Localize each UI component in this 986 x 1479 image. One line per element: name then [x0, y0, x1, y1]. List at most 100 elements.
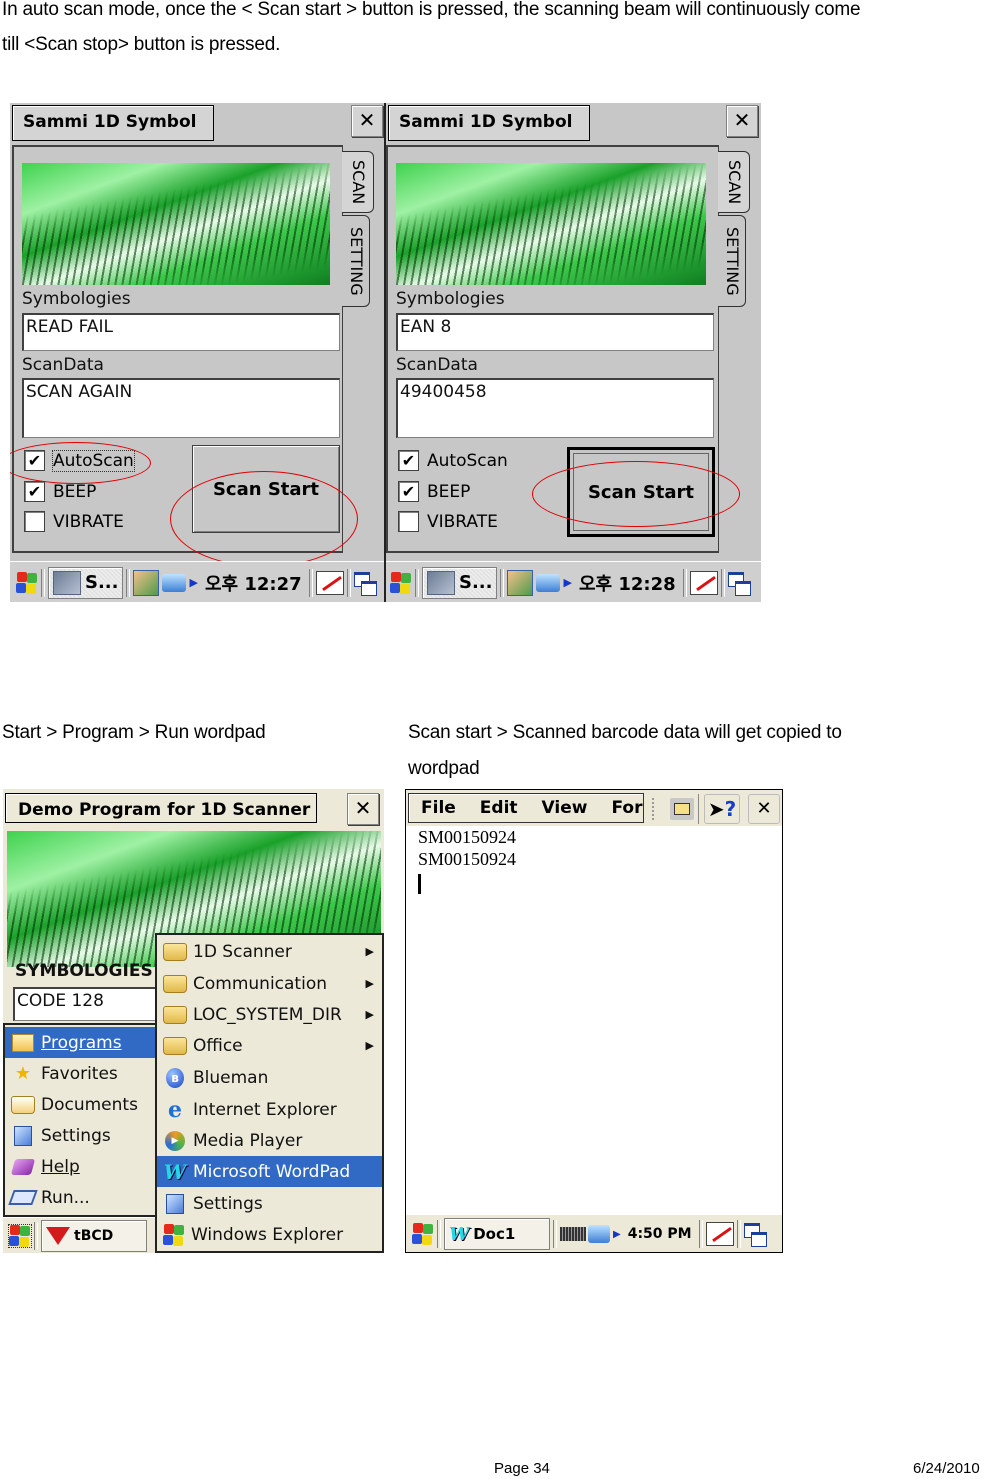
- menu-bar: File Edit View For: [408, 793, 644, 823]
- close-icon: ✕: [733, 108, 751, 132]
- start-menu-item-favorites[interactable]: ★ Favorites: [5, 1058, 155, 1089]
- input-panel-icon[interactable]: [689, 570, 718, 595]
- barcode-tray-icon[interactable]: [560, 1227, 586, 1241]
- bluetooth-icon: ʙ: [163, 1067, 187, 1089]
- programs-submenu: 1D Scanner ▶ Communication ▶ LOC_SYSTEM_DI…: [155, 933, 384, 1253]
- network-icon[interactable]: [162, 573, 187, 592]
- programs-item-internet-explorer[interactable]: e Internet Explorer: [157, 1094, 382, 1125]
- window-title: Demo Program for 1D Scanner: [5, 793, 317, 823]
- scan-start-button[interactable]: Scan Start: [192, 445, 340, 533]
- menu-format[interactable]: For: [611, 798, 642, 818]
- vibrate-checkbox[interactable]: VIBRATE: [24, 511, 124, 532]
- close-icon: ✕: [358, 108, 376, 132]
- page-date: 6/24/2010: [913, 1460, 980, 1477]
- taskbar-task-button[interactable]: S...: [48, 566, 124, 599]
- toolbar-toggle-icon[interactable]: [670, 798, 694, 820]
- taskbar-task-button[interactable]: tBCD: [41, 1220, 147, 1252]
- switch-windows-icon[interactable]: [743, 1223, 767, 1247]
- intro-line-2: till <Scan stop> button is pressed.: [2, 34, 281, 55]
- close-button[interactable]: ✕: [351, 105, 383, 137]
- input-panel-icon[interactable]: [705, 1222, 734, 1246]
- programs-item-microsoft-wordpad[interactable]: W Microsoft WordPad: [157, 1156, 382, 1187]
- network-icon[interactable]: [588, 1225, 610, 1243]
- close-button[interactable]: ✕: [347, 793, 379, 825]
- document-body[interactable]: SM00150924 SM00150924: [418, 826, 516, 894]
- windows-start-icon[interactable]: [16, 571, 38, 594]
- folder-icon: [163, 973, 187, 995]
- network-icon[interactable]: [536, 573, 561, 592]
- page-number: Page 34: [494, 1460, 550, 1477]
- tab-setting[interactable]: SETTING: [342, 215, 370, 307]
- autoscan-checkbox[interactable]: ✔ AutoScan: [398, 450, 508, 471]
- programs-item-office[interactable]: Office ▶: [157, 1030, 382, 1061]
- symbologies-field[interactable]: READ FAIL: [22, 313, 340, 351]
- scandata-field[interactable]: SCAN AGAIN: [22, 378, 340, 438]
- start-menu-item-programs[interactable]: Programs: [5, 1027, 155, 1058]
- programs-item-1d-scanner[interactable]: 1D Scanner ▶: [157, 936, 382, 967]
- text-cursor: [418, 874, 421, 894]
- close-button[interactable]: ✕: [748, 794, 780, 824]
- start-menu-item-documents[interactable]: Documents: [5, 1089, 155, 1120]
- demo-app-icon: [53, 570, 81, 595]
- submenu-arrow-icon: ▶: [365, 945, 374, 958]
- windows-start-icon[interactable]: [412, 1223, 434, 1245]
- close-button[interactable]: ✕: [726, 105, 758, 137]
- folder-icon: [163, 941, 187, 963]
- windows-start-icon[interactable]: [390, 571, 412, 594]
- symbologies-field[interactable]: CODE 128: [13, 987, 173, 1021]
- caption-right-line-1: Scan start > Scanned barcode data will g…: [408, 722, 842, 743]
- start-menu-item-settings[interactable]: Settings: [5, 1120, 155, 1151]
- close-icon: ✕: [354, 796, 372, 820]
- programs-item-windows-explorer[interactable]: Windows Explorer: [157, 1219, 382, 1250]
- menu-view[interactable]: View: [542, 798, 588, 818]
- settings-icon: [11, 1125, 35, 1147]
- wordpad-icon: W: [163, 1159, 187, 1184]
- tab-scan[interactable]: SCAN: [342, 151, 374, 213]
- pointer-help-icon: ➤: [707, 797, 725, 821]
- contacts-icon[interactable]: [507, 569, 534, 596]
- start-menu-item-help[interactable]: Help: [5, 1151, 155, 1182]
- internet-explorer-icon: e: [168, 1096, 182, 1123]
- taskbar: W Doc1 ▶ 4:50 PM: [406, 1214, 782, 1252]
- expand-tray-icon[interactable]: ▶: [189, 576, 197, 589]
- input-panel-icon[interactable]: [315, 570, 344, 595]
- toolbar-grip[interactable]: [652, 798, 658, 820]
- symbologies-field[interactable]: EAN 8: [396, 313, 714, 351]
- scan-start-button[interactable]: Scan Start: [567, 447, 715, 537]
- switch-windows-icon[interactable]: [353, 571, 377, 596]
- submenu-arrow-icon: ▶: [365, 1008, 374, 1021]
- start-menu-item-run[interactable]: Run...: [5, 1182, 155, 1213]
- programs-item-media-player[interactable]: ▶ Media Player: [157, 1125, 382, 1156]
- contacts-icon[interactable]: [133, 569, 160, 596]
- help-button[interactable]: ➤?: [704, 794, 740, 824]
- scan-screen-2: Sammi 1D Symbol ✕ SCAN SETTING Symbologi…: [384, 103, 761, 602]
- scandata-field[interactable]: 49400458: [396, 378, 714, 438]
- demo-program-screenshot: Demo Program for 1D Scanner ✕ SYMBOLOGIE…: [3, 789, 384, 1253]
- programs-item-communication[interactable]: Communication ▶: [157, 968, 382, 999]
- demo-app-icon: [427, 570, 455, 595]
- help-book-icon: [10, 1156, 36, 1178]
- expand-tray-icon[interactable]: ▶: [563, 576, 571, 589]
- close-icon: ✕: [756, 798, 772, 819]
- programs-item-blueman[interactable]: ʙ Blueman: [157, 1062, 382, 1093]
- taskbar-task-button[interactable]: S...: [422, 566, 498, 599]
- autoscan-checkbox[interactable]: ✔ AutoScan: [24, 449, 135, 472]
- windows-start-icon[interactable]: [8, 1224, 32, 1248]
- switch-windows-icon[interactable]: [727, 571, 751, 596]
- expand-tray-icon[interactable]: ▶: [613, 1229, 621, 1240]
- scanner-screenshots: Sammi 1D Symbol ✕ SCAN SETTING Symbologi…: [10, 103, 761, 602]
- menu-edit[interactable]: Edit: [480, 798, 518, 818]
- programs-item-loc-system-dir[interactable]: LOC_SYSTEM_DIR ▶: [157, 999, 382, 1030]
- taskbar-task-button[interactable]: W Doc1: [444, 1218, 550, 1250]
- tab-setting[interactable]: SETTING: [718, 215, 746, 307]
- vibrate-checkbox[interactable]: VIBRATE: [398, 511, 498, 532]
- beep-checkbox[interactable]: ✔ BEEP: [398, 481, 470, 502]
- beep-checkbox[interactable]: ✔ BEEP: [24, 481, 96, 502]
- caption-left: Start > Program > Run wordpad: [2, 722, 266, 743]
- programs-item-settings[interactable]: Settings: [157, 1188, 382, 1219]
- tab-scan[interactable]: SCAN: [718, 151, 750, 213]
- menu-file[interactable]: File: [421, 798, 456, 818]
- document-line: SM00150924: [418, 849, 517, 869]
- folder-icon: [163, 1004, 187, 1026]
- document-line: SM00150924: [418, 827, 517, 847]
